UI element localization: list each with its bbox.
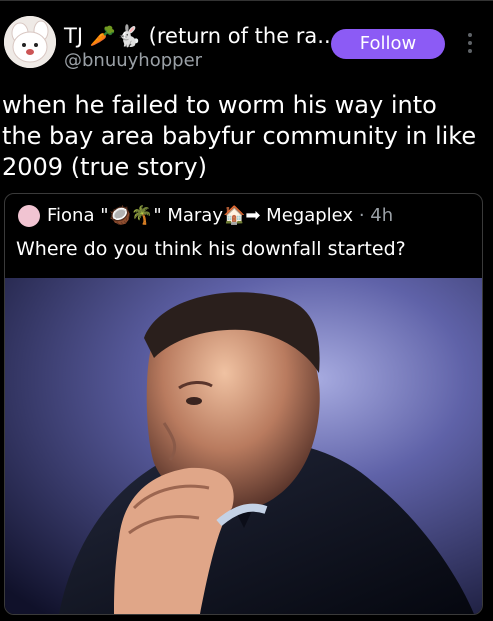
quoted-avatar[interactable] — [18, 205, 40, 227]
quoted-post[interactable]: Fiona "🥥🌴" Maray🏠➡ Megaplex · 4h Where d… — [4, 193, 483, 615]
follow-button[interactable]: Follow — [331, 29, 445, 59]
quoted-display-name[interactable]: Fiona "🥥🌴" Maray🏠➡ Megaplex — [47, 205, 353, 226]
user-handle[interactable]: @bnuuyhopper — [64, 50, 202, 72]
more-options-icon[interactable] — [462, 31, 478, 55]
quoted-time: · 4h — [358, 205, 394, 226]
display-name[interactable]: TJ 🥕🐇 (return of the ra... — [64, 24, 337, 48]
quoted-photo[interactable] — [4, 278, 483, 614]
user-avatar[interactable] — [4, 16, 56, 68]
quoted-header[interactable]: Fiona "🥥🌴" Maray🏠➡ Megaplex · 4h — [47, 205, 393, 227]
top-divider — [0, 0, 493, 1]
post-text: when he failed to worm his way into the … — [2, 91, 477, 181]
quoted-text: Where do you think his downfall started? — [16, 238, 406, 260]
